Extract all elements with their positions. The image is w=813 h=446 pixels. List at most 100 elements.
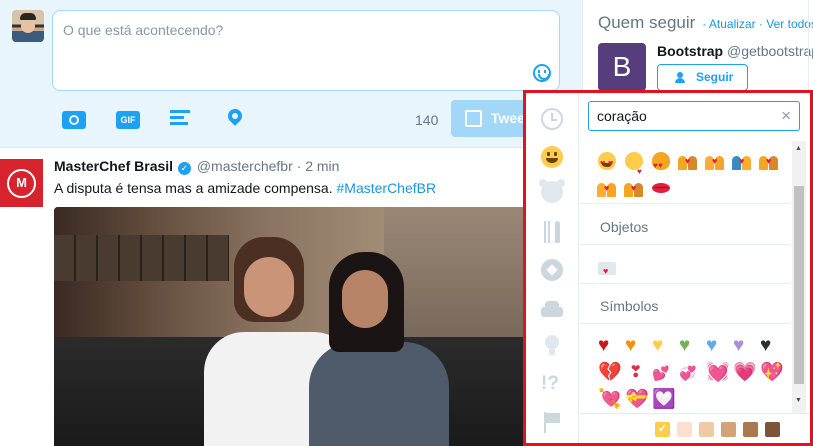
separator-dot: · [758, 17, 763, 31]
add-user-icon [675, 72, 685, 83]
kiss-mark-emoji[interactable] [650, 178, 677, 198]
heart-exclamation-emoji[interactable]: ❣ [623, 364, 650, 384]
colored-heart-emoji[interactable]: ♥ [677, 336, 704, 357]
smileys-icon[interactable] [541, 146, 563, 168]
skin-tone-default-selected[interactable]: ✓ [655, 422, 670, 437]
tweet-text: A disputa é tensa mas a amizade compensa… [54, 180, 436, 196]
symbols-icon[interactable]: !? [541, 373, 563, 395]
travel-icon[interactable] [541, 299, 563, 321]
revolving-hearts-emoji[interactable]: 💞 [677, 364, 704, 384]
skin-tone-option[interactable] [721, 422, 736, 437]
tweet-author-handle[interactable]: @masterchefbr [197, 158, 293, 174]
emoji-row: ♥ ♥ ♥ ♥ ♥ ♥ ♥ [596, 336, 785, 357]
heart-eyes-cat-emoji[interactable] [650, 151, 677, 176]
emoji-row [596, 258, 623, 281]
couple-heart-men-emoji[interactable]: ♥ [731, 151, 758, 171]
couple-heart-women-emoji[interactable]: ♥ [704, 151, 731, 171]
poll-icon[interactable] [170, 106, 196, 132]
scroll-down-icon[interactable]: ▼ [795, 397, 802, 404]
broken-heart-emoji[interactable]: 💔 [596, 363, 623, 384]
colored-heart-emoji[interactable]: ♥ [596, 336, 623, 357]
who-to-follow-header: Quem seguir · Atualizar · Ver todos [598, 13, 813, 33]
colored-heart-emoji[interactable]: ♥ [704, 336, 731, 357]
compose-icon [465, 110, 482, 127]
emoji-row: ♥ ♥ ♥ ♥ ♥ [596, 151, 785, 176]
tweet-composer: O que está acontecendo? GIF 140 Tweet [0, 0, 582, 148]
kiss-men-emoji[interactable]: ♥ [623, 178, 650, 198]
scroll-up-icon[interactable]: ▲ [795, 145, 802, 152]
food-icon[interactable] [541, 221, 563, 243]
refresh-link[interactable]: Atualizar [709, 17, 756, 31]
heartbeat-emoji[interactable]: 💓 [704, 363, 731, 384]
skin-tone-selector: ✓ [580, 413, 810, 443]
clear-search-icon[interactable]: × [781, 107, 791, 125]
skin-tone-option[interactable] [677, 422, 692, 437]
sparkling-heart-emoji[interactable]: 💖 [758, 363, 785, 384]
emoji-category-bar: !? [526, 93, 579, 443]
camera-icon[interactable] [62, 106, 88, 132]
tweet-timestamp[interactable]: 2 min [305, 158, 339, 174]
two-hearts-emoji[interactable]: 💕 [650, 364, 677, 384]
tweet-input-placeholder: O que está acontecendo? [63, 22, 224, 38]
heart-decoration-emoji[interactable]: 💟 [650, 390, 677, 411]
activity-icon[interactable] [541, 259, 563, 281]
follow-button-label: Seguir [696, 70, 734, 84]
tweet-body: A disputa é tensa mas a amizade compensa… [54, 180, 337, 196]
tweet-input[interactable]: O que está acontecendo? [52, 10, 560, 91]
bootstrap-avatar[interactable]: B [598, 43, 646, 91]
skin-tone-option[interactable] [699, 422, 714, 437]
heart-ribbon-emoji[interactable]: 💝 [623, 390, 650, 411]
emoji-row: 💘 💝 💟 [596, 390, 677, 411]
emoji-row: 💔 ❣ 💕 💞 💓 💗 💖 [596, 363, 785, 384]
emoji-row: ♥ ♥ [596, 178, 677, 198]
separator-dot: · [296, 158, 302, 174]
verified-badge-icon: ✓ [177, 162, 191, 175]
view-all-link[interactable]: Ver todos [766, 17, 813, 31]
objects-icon[interactable] [541, 335, 563, 357]
skin-tone-option[interactable] [743, 422, 758, 437]
emoji-scrollbar[interactable]: ▲ ▼ [792, 141, 806, 413]
composer-toolbar: GIF [62, 106, 278, 132]
objects-section-title: Objetos [600, 219, 649, 235]
recent-icon[interactable] [541, 108, 563, 130]
heart-eyes-face-emoji[interactable] [596, 151, 623, 173]
emoji-search-input[interactable]: coração × [588, 101, 800, 131]
love-letter-emoji[interactable] [596, 258, 623, 281]
couple-kiss-emoji[interactable]: ♥ [758, 151, 785, 171]
tweet-card[interactable]: M MasterChef Brasil ✓ @masterchefbr · 2 … [0, 149, 582, 446]
animals-icon[interactable] [539, 179, 563, 203]
couple-heart-emoji[interactable]: ♥ [677, 151, 704, 171]
symbols-section-title: Símbolos [600, 298, 659, 314]
suggestion-display-name[interactable]: Bootstrap [657, 43, 723, 59]
colored-heart-emoji[interactable]: ♥ [758, 336, 785, 357]
tweet-author-name[interactable]: MasterChef Brasil [54, 158, 173, 174]
emoji-results: ♥ ♥ ♥ ♥ ♥ ♥ ♥ Objetos Símbolos ♥♥♥♥♥♥♥ 💔… [580, 141, 790, 441]
hashtag-link[interactable]: #MasterChefBR [337, 180, 437, 196]
emoji-button-icon[interactable] [533, 64, 551, 82]
tweet-header: MasterChef Brasil ✓ @masterchefbr · 2 mi… [54, 158, 339, 175]
timeline: O que está acontecendo? GIF 140 Tweet M … [0, 0, 582, 446]
location-icon[interactable] [224, 106, 250, 132]
follow-button[interactable]: Seguir [657, 64, 748, 91]
emoji-picker: !? coração × ♥ ♥ ♥ ♥ ♥ ♥ ♥ Objetos Símbo… [523, 90, 813, 446]
colored-heart-emoji[interactable]: ♥ [623, 336, 650, 357]
colored-heart-emoji[interactable]: ♥ [731, 336, 758, 357]
colored-heart-emoji[interactable]: ♥ [650, 336, 677, 357]
masterchef-avatar[interactable]: M [0, 159, 43, 207]
heart-arrow-emoji[interactable]: 💘 [596, 390, 623, 411]
kiss-women-emoji[interactable]: ♥ [596, 178, 623, 198]
emoji-search-value: coração [597, 108, 647, 124]
kissing-heart-face-emoji[interactable]: ♥ [623, 151, 650, 176]
skin-tone-option[interactable] [765, 422, 780, 437]
user-avatar[interactable] [12, 10, 44, 42]
scroll-thumb[interactable] [794, 186, 804, 384]
tweet-photo[interactable] [54, 207, 524, 446]
gif-icon[interactable]: GIF [116, 106, 142, 132]
separator-dot: · [702, 17, 707, 31]
suggestion-name[interactable]: Bootstrap @getbootstrap [657, 43, 813, 59]
flags-icon[interactable] [541, 411, 563, 433]
character-count: 140 [415, 112, 439, 128]
growing-heart-emoji[interactable]: 💗 [731, 363, 758, 384]
suggestion-handle[interactable]: @getbootstrap [727, 43, 813, 59]
who-to-follow-title: Quem seguir [598, 13, 696, 32]
